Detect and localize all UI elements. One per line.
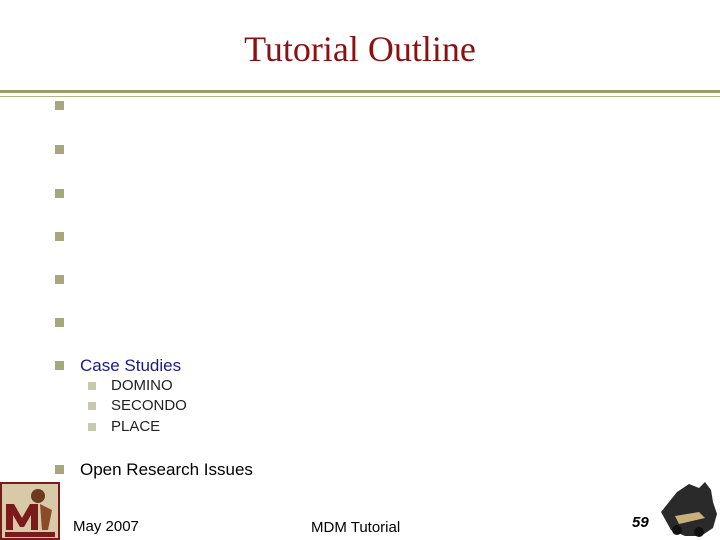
bullet xyxy=(55,465,64,474)
sub-bullet xyxy=(88,423,96,431)
bullet xyxy=(55,361,64,370)
title-subrule xyxy=(0,96,720,97)
footer-date: May 2007 xyxy=(73,518,139,535)
slide-title: Tutorial Outline xyxy=(244,29,476,69)
university-seal-logo xyxy=(0,482,60,540)
sub-bullet xyxy=(88,402,96,410)
empty-bullet xyxy=(55,101,64,110)
empty-bullet xyxy=(55,232,64,241)
empty-bullet xyxy=(55,275,64,284)
empty-bullet xyxy=(55,189,64,198)
empty-bullet xyxy=(55,145,64,154)
sub-item-domino: DOMINO xyxy=(111,377,173,394)
outline-item-open-research-issues: Open Research Issues xyxy=(80,460,253,479)
outline-item-case-studies: Case Studies xyxy=(80,356,182,375)
sub-item-secondo: SECONDO xyxy=(111,397,187,414)
empty-bullet xyxy=(55,318,64,327)
sub-bullet xyxy=(88,382,96,390)
footer-title: MDM Tutorial xyxy=(311,519,401,536)
page-number: 59 xyxy=(632,514,649,531)
title-rule xyxy=(0,90,720,93)
purdue-train-logo xyxy=(661,482,717,537)
sub-item-place: PLACE xyxy=(111,418,161,435)
